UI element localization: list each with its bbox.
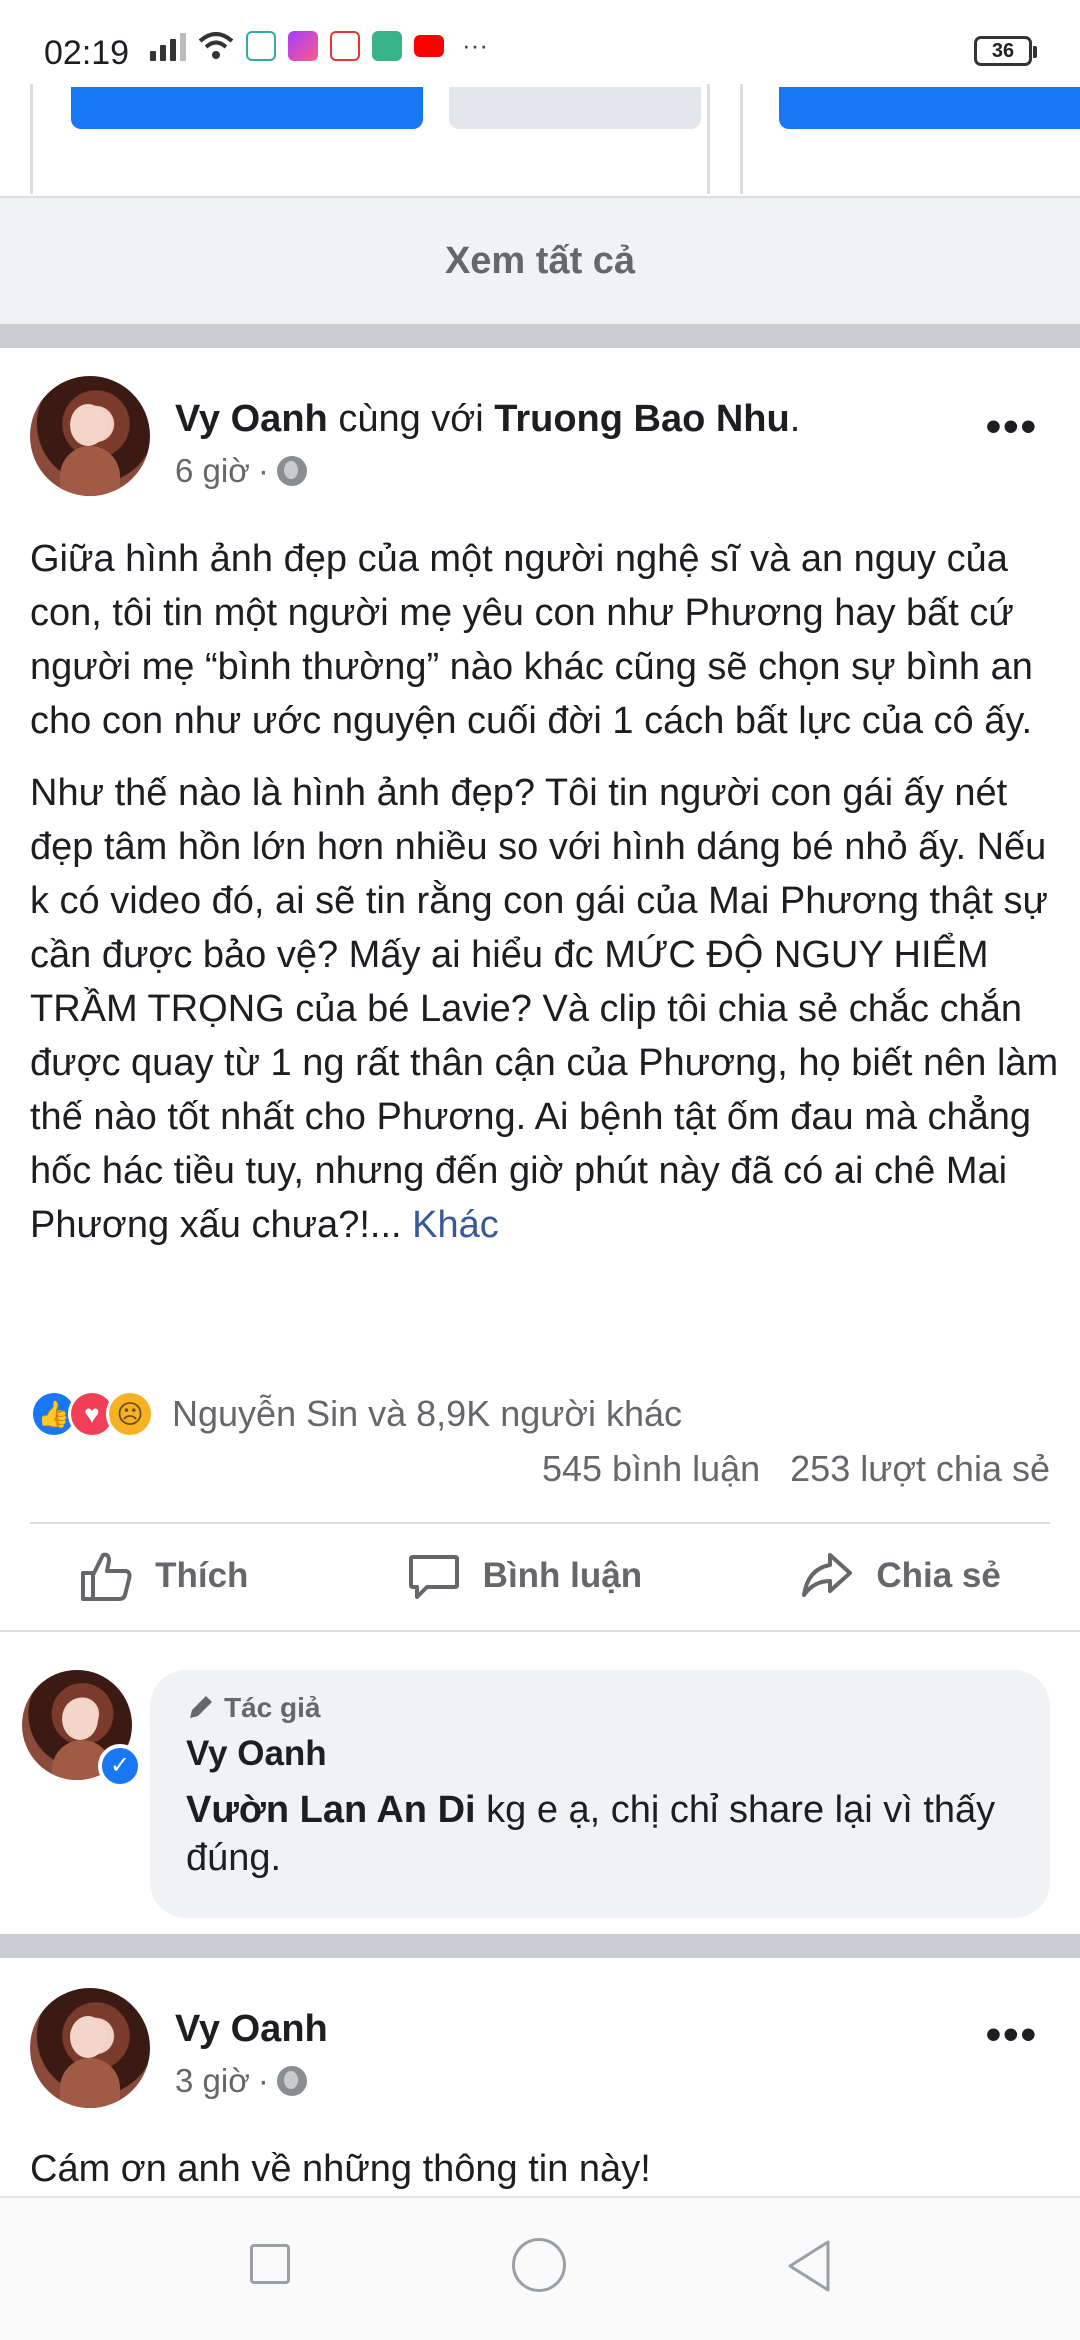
globe-icon	[276, 2066, 307, 2096]
section-divider	[0, 1934, 1080, 1958]
avatar[interactable]	[30, 376, 150, 496]
suggestion-card[interactable]	[740, 84, 1080, 194]
post-paragraph-text: Như thế nào là hình ảnh đẹp? Tôi tin ngư…	[30, 772, 1059, 1246]
app-icon	[246, 30, 276, 61]
more-options-icon[interactable]: •••	[986, 2010, 1038, 2060]
home-button[interactable]	[512, 2238, 566, 2292]
system-nav-bar	[0, 2196, 1080, 2340]
youtube-icon	[414, 34, 444, 57]
meta-dot: ·	[257, 452, 269, 489]
comments-count[interactable]: 545 bình luận	[542, 1448, 760, 1490]
meta-dot: ·	[257, 2062, 269, 2099]
messenger-icon	[288, 30, 318, 61]
more-options-icon[interactable]: •••	[986, 402, 1038, 452]
see-all-button[interactable]: Xem tất cả	[0, 196, 1080, 324]
post-time[interactable]: 6 giờ	[175, 452, 250, 490]
card-primary-button[interactable]	[779, 87, 1080, 129]
comment-label: Bình luận	[482, 1556, 643, 1595]
author-badge: Tác giả	[186, 1692, 1014, 1724]
see-all-label: Xem tất cả	[444, 239, 636, 282]
pencil-icon	[190, 1696, 212, 1718]
comment-button[interactable]: Bình luận	[407, 1549, 642, 1603]
comment-author[interactable]: Vy Oanh	[186, 1734, 1014, 1774]
with-text: cùng với	[338, 398, 484, 440]
overflow-icon: ···	[462, 30, 488, 60]
suggestion-card[interactable]	[30, 84, 710, 194]
post-author-line: Vy Oanh	[175, 2008, 328, 2051]
wifi-icon	[198, 31, 234, 59]
post-meta: 3 giờ ·	[175, 2062, 307, 2100]
sad-icon: ☹	[106, 1390, 154, 1438]
comment-avatar[interactable]: ✓	[22, 1670, 142, 1788]
suggestion-carousel[interactable]	[0, 84, 1080, 194]
author-badge-label: Tác giả	[224, 1692, 321, 1723]
post-header: Vy Oanh cùng với Truong Bao Nhu. 6 giờ ·…	[0, 372, 1080, 502]
post-paragraph: Cám ơn anh về những thông tin này!	[30, 2148, 651, 2190]
status-time: 02:19	[44, 34, 130, 72]
post-body: Giữa hình ảnh đẹp của một người nghệ sĩ …	[30, 532, 1060, 1270]
app-icon	[372, 30, 402, 61]
post-author-line: Vy Oanh cùng với Truong Bao Nhu.	[175, 398, 800, 441]
shares-count[interactable]: 253 lượt chia sẻ	[790, 1448, 1050, 1490]
post-time[interactable]: 3 giờ	[175, 2062, 250, 2100]
avatar[interactable]	[30, 1988, 150, 2108]
section-divider	[0, 324, 1080, 348]
post-actions: Thích Bình luận Chia sẻ	[0, 1526, 1080, 1626]
globe-icon	[276, 456, 307, 486]
reaction-summary[interactable]: 👍 ♥ ☹ Nguyễn Sin và 8,9K người khác	[30, 1390, 682, 1438]
mentioned-user[interactable]: Vườn Lan An Di	[186, 1789, 476, 1831]
signal-icon	[150, 31, 186, 61]
engagement-counts: 545 bình luận 253 lượt chia sẻ	[542, 1448, 1050, 1490]
comment-icon	[408, 1555, 459, 1599]
share-button[interactable]: Chia sẻ	[800, 1549, 1001, 1603]
status-icons: ···	[150, 30, 488, 61]
punctuation: .	[789, 398, 801, 440]
post-author[interactable]: Vy Oanh	[175, 2008, 328, 2050]
baomoi-icon	[330, 30, 360, 61]
recents-button[interactable]	[250, 2244, 290, 2284]
divider	[0, 1630, 1080, 1632]
comment-text: Vườn Lan An Di kg e ạ, chị chỉ share lại…	[186, 1786, 1014, 1882]
like-button[interactable]: Thích	[79, 1549, 248, 1603]
thumbs-up-icon	[81, 1552, 132, 1601]
comment-bubble[interactable]: Tác giả Vy Oanh Vườn Lan An Di kg e ạ, c…	[150, 1670, 1050, 1918]
reaction-text: Nguyễn Sin và 8,9K người khác	[172, 1393, 682, 1434]
status-bar: 02:19 ··· 36	[0, 0, 1080, 84]
back-button[interactable]	[784, 2238, 834, 2294]
post-author[interactable]: Vy Oanh	[175, 398, 328, 440]
post-meta: 6 giờ ·	[175, 452, 307, 490]
verified-check-icon: ✓	[98, 1744, 142, 1788]
share-icon	[802, 1553, 853, 1597]
share-label: Chia sẻ	[876, 1556, 1001, 1595]
post-paragraph: Như thế nào là hình ảnh đẹp? Tôi tin ngư…	[30, 766, 1060, 1252]
post-paragraph: Giữa hình ảnh đẹp của một người nghệ sĩ …	[30, 538, 1033, 742]
tagged-user[interactable]: Truong Bao Nhu	[494, 398, 790, 440]
post-header: Vy Oanh 3 giờ · •••	[0, 1988, 1080, 2118]
card-secondary-button[interactable]	[449, 87, 701, 129]
battery-icon: 36	[974, 36, 1037, 66]
see-more-link[interactable]: Khác	[412, 1204, 499, 1246]
divider	[30, 1522, 1050, 1524]
card-primary-button[interactable]	[71, 87, 423, 129]
like-label: Thích	[155, 1556, 249, 1595]
